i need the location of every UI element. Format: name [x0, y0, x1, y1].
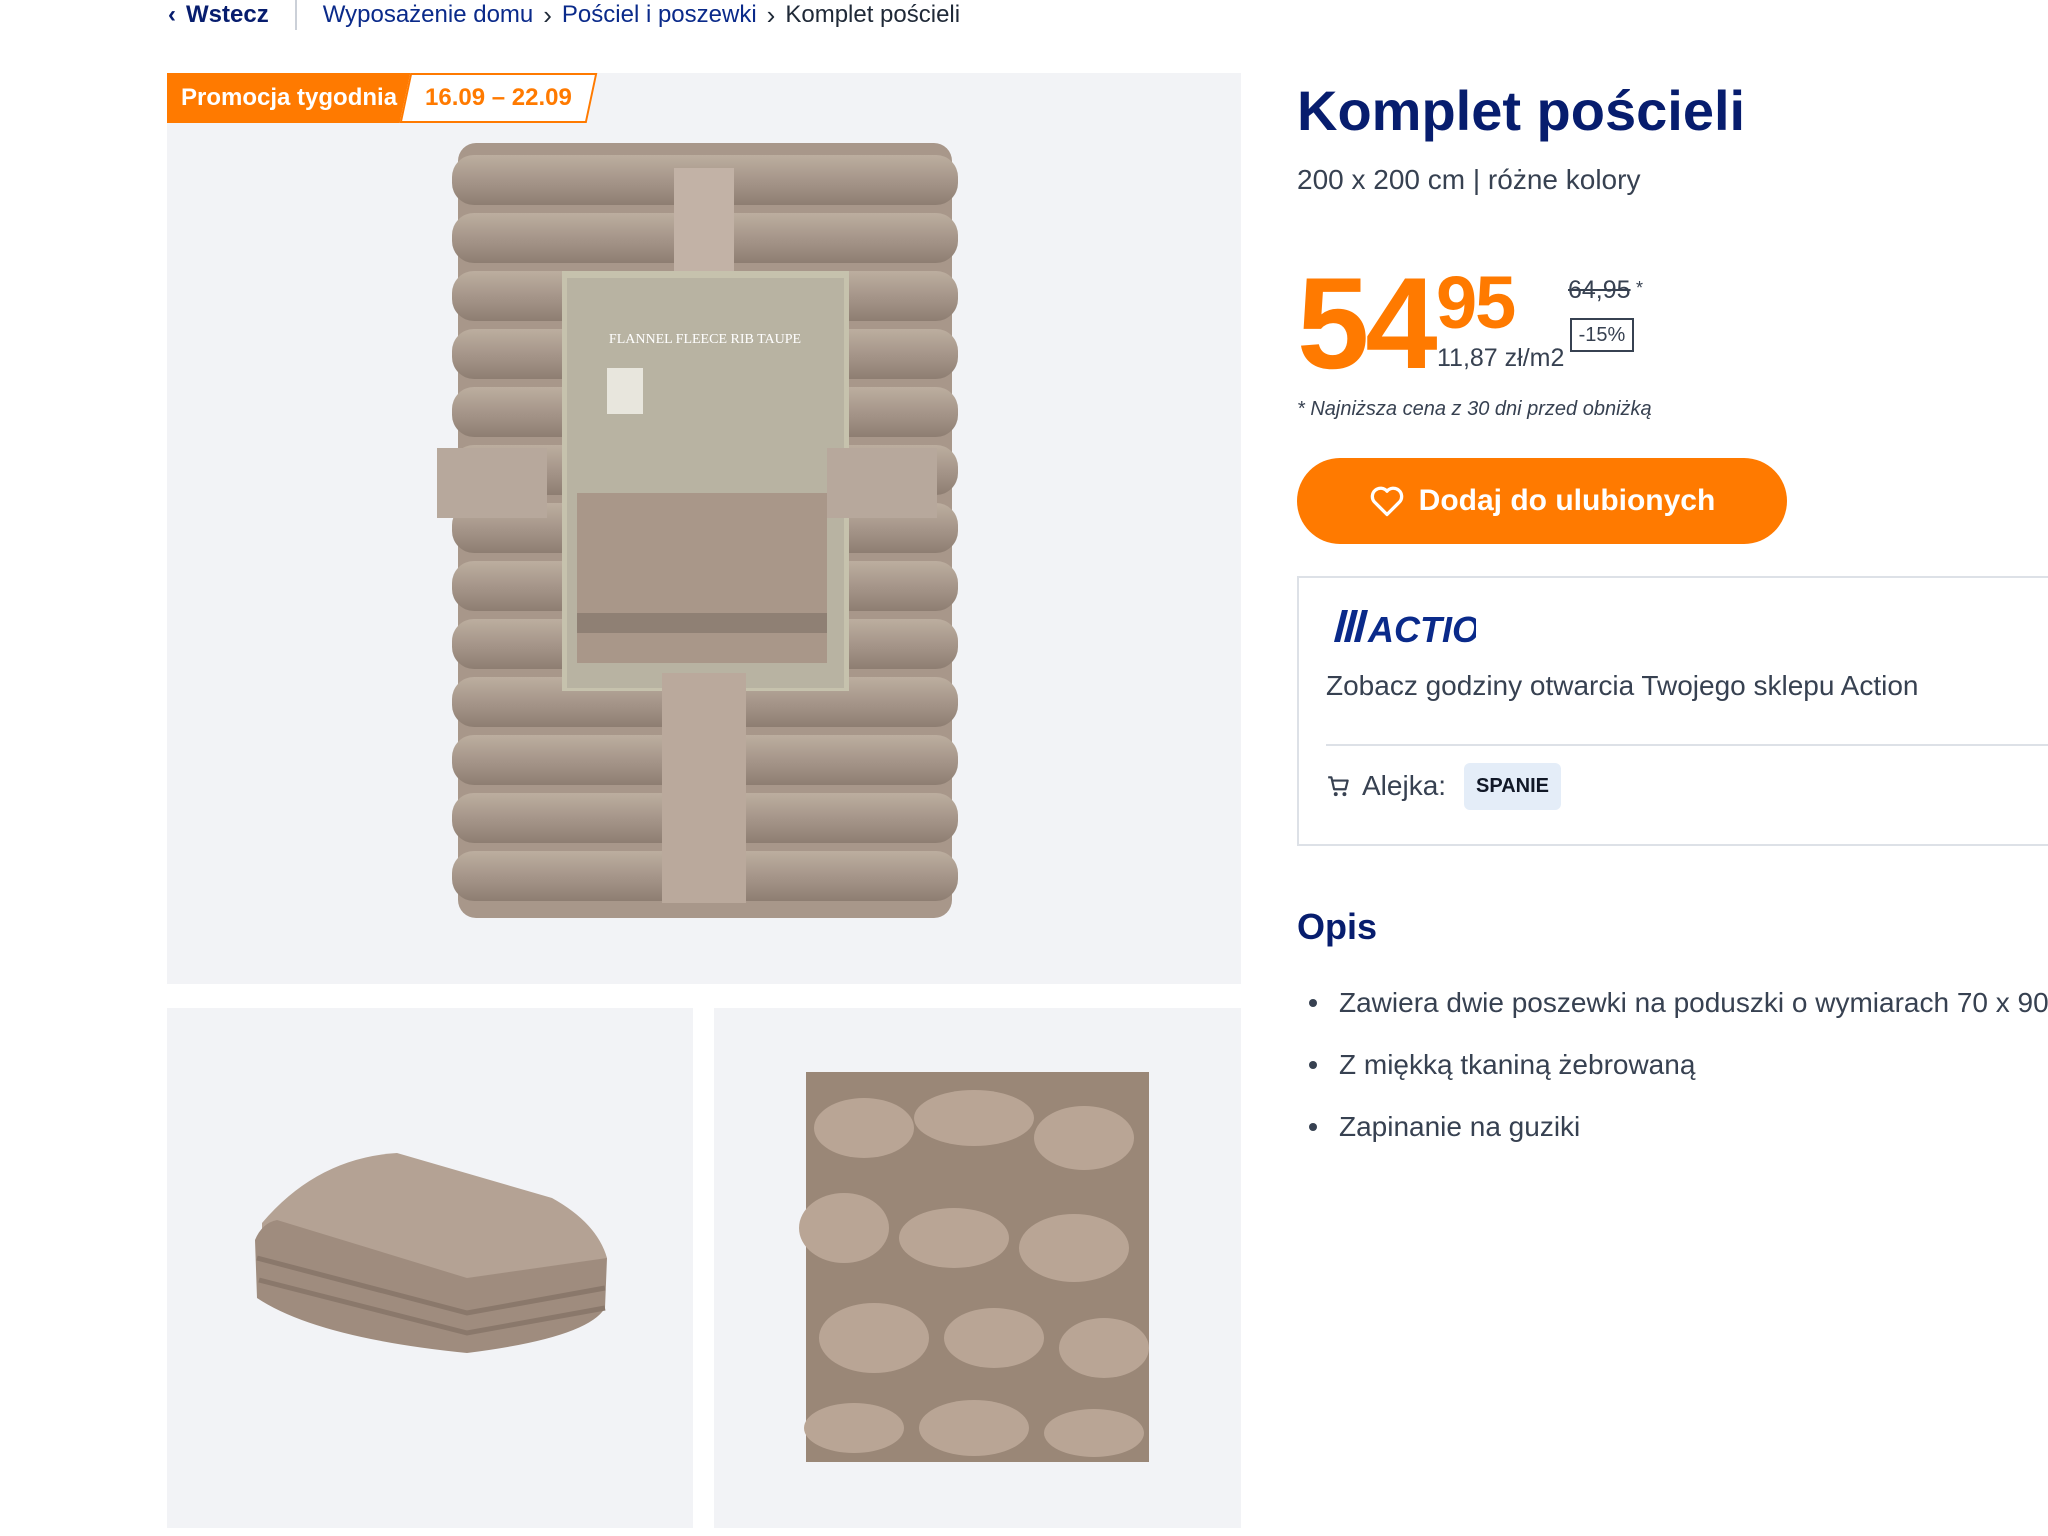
aisle-info: Alejka: SPANIE	[1326, 762, 1562, 810]
bedding-package-image: FLANNEL FLEECE RIB TAUPE	[437, 143, 958, 918]
main-product-image[interactable]: FLANNEL FLEECE RIB TAUPE	[167, 73, 1241, 984]
product-title: Komplet pościeli	[1297, 79, 1746, 142]
action-logo-text: ACTION	[1367, 609, 1476, 650]
cart-icon	[1328, 776, 1349, 797]
list-item: Zapinanie na guziki	[1297, 1096, 2048, 1158]
folded-blanket-image	[255, 1153, 607, 1353]
lowest-price-note: * Najniższa cena z 30 dni przed obniżką	[1297, 398, 1652, 420]
store-divider	[1326, 744, 2048, 746]
price-integer: 54	[1297, 250, 1438, 396]
action-logo: ACTION	[1326, 600, 1507, 655]
breadcrumb-current: Komplet pościeli	[785, 1, 961, 28]
unit-price: 11,87 zł/m2	[1437, 344, 1565, 372]
chevron-right-icon: ›	[543, 0, 552, 30]
promo-dates: 16.09 – 22.09	[425, 84, 572, 111]
price-decimal: 95	[1436, 261, 1516, 344]
aisle-label: Alejka:	[1362, 770, 1447, 801]
heart-icon	[1370, 486, 1403, 517]
back-link[interactable]: ‹ Wstecz	[168, 1, 269, 29]
list-item: Zawiera dwie poszewki na poduszki o wymi…	[1297, 972, 2048, 1034]
old-price-mark: *	[1636, 278, 1644, 298]
thumbnail-fabric-closeup[interactable]	[714, 1008, 1241, 1528]
description-heading: Opis	[1297, 906, 1378, 947]
chevron-left-icon: ‹	[168, 1, 176, 28]
promo-title: Promocja tygodnia	[167, 73, 412, 123]
promo-dates-box: 16.09 – 22.09	[399, 73, 598, 123]
back-label: Wstecz	[186, 1, 269, 28]
add-to-favorites-button[interactable]: Dodaj do ulubionych	[1297, 458, 1787, 544]
bullet	[1309, 1061, 1317, 1069]
store-hours-link[interactable]: Zobacz godziny otwarcia Twojego sklepu A…	[1326, 670, 1918, 702]
thumbnail-folded-blanket[interactable]	[167, 1008, 693, 1528]
old-price: 64,95	[1568, 276, 1631, 304]
list-item: Z miękką tkaniną żebrowaną	[1297, 1034, 2048, 1096]
breadcrumb-divider	[294, 0, 297, 30]
aisle-badge: SPANIE	[1464, 762, 1562, 810]
bullet	[1309, 1123, 1317, 1131]
product-subtitle: 200 x 200 cm | różne kolory	[1297, 164, 1641, 195]
promo-label: Promocja tygodnia 16.09 – 22.09	[167, 73, 598, 123]
chevron-right-icon: ›	[766, 0, 776, 30]
add-to-favorites-label: Dodaj do ulubionych	[1418, 484, 1716, 517]
breadcrumb-item-bedding[interactable]: Pościel i poszewki	[562, 1, 757, 29]
fabric-closeup-image	[799, 1072, 1149, 1462]
description-list: Zawiera dwie poszewki na poduszki o wymi…	[1297, 972, 2048, 1158]
packaging-label: FLANNEL FLEECE RIB TAUPE	[609, 332, 801, 347]
bullet	[1309, 999, 1317, 1007]
discount-badge: -15%	[1570, 318, 1634, 352]
breadcrumb: ‹ Wstecz Wyposażenie domu › Pościel i po…	[168, 0, 960, 30]
breadcrumb-item-home-furnishing[interactable]: Wyposażenie domu	[323, 1, 534, 29]
